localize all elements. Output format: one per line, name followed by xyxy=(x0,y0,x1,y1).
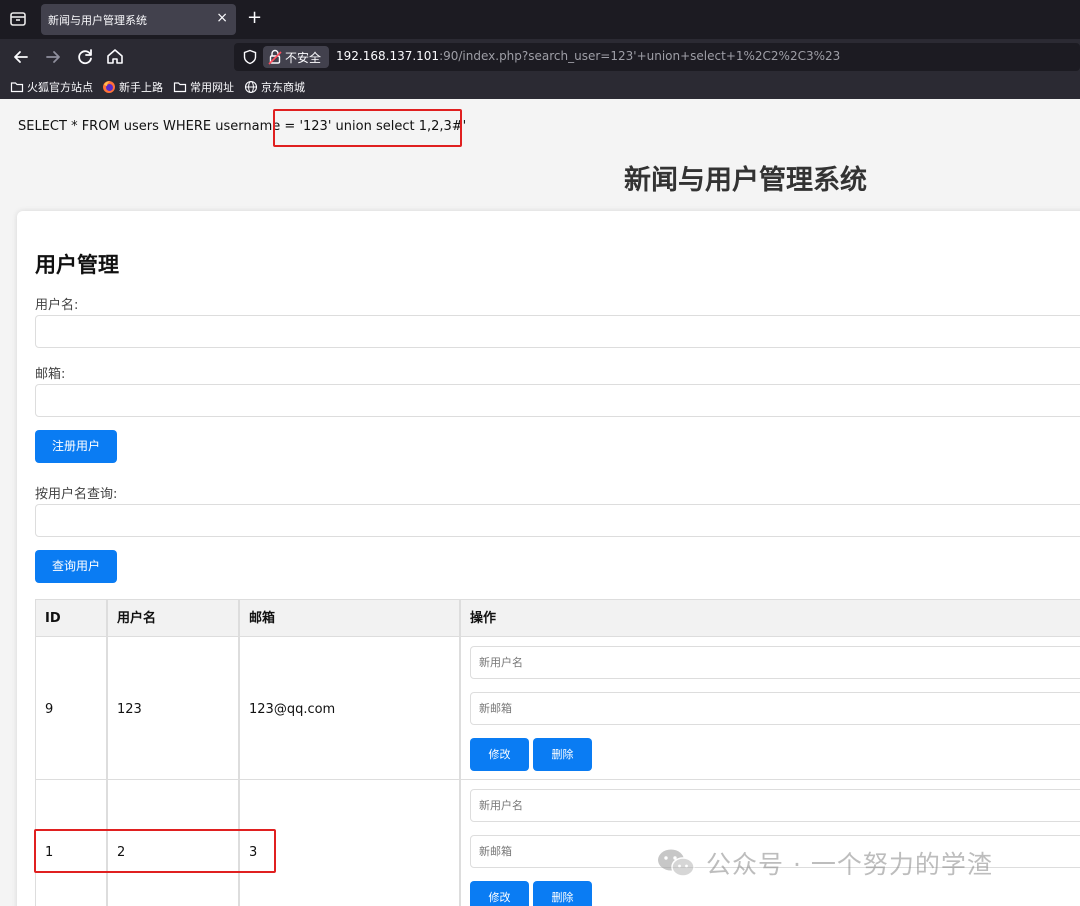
watermark: 公众号 · 一个努力的学渣 xyxy=(656,846,993,880)
bookmark-label: 常用网址 xyxy=(190,81,234,94)
email-input[interactable] xyxy=(35,384,1080,417)
connection-insecure-badge[interactable]: 不安全 xyxy=(263,46,329,68)
browser-tab-bar: 新闻与用户管理系统 × + xyxy=(0,0,1080,39)
forward-arrow-icon[interactable] xyxy=(42,46,64,68)
folder-icon xyxy=(10,82,24,93)
table-cell-actions: 修改 删除 xyxy=(460,779,1080,906)
section-title: 用户管理 xyxy=(35,253,119,277)
table-cell: 123@qq.com xyxy=(239,636,460,780)
active-tab[interactable]: 新闻与用户管理系统 × xyxy=(41,4,236,35)
email-label: 邮箱: xyxy=(35,367,66,382)
site-title: 新闻与用户管理系统 xyxy=(624,165,867,196)
back-arrow-icon[interactable] xyxy=(10,46,32,68)
reload-icon[interactable] xyxy=(74,46,96,68)
globe-icon xyxy=(244,80,258,94)
home-icon[interactable] xyxy=(104,46,126,68)
bookmark-label: 京东商城 xyxy=(261,81,305,94)
column-header-id: ID xyxy=(35,599,107,637)
sql-prefix: SELECT * FROM users WHERE username = xyxy=(18,119,300,134)
tab-list-icon[interactable] xyxy=(8,9,28,29)
edit-button[interactable]: 修改 xyxy=(470,881,529,906)
tracking-shield-icon[interactable] xyxy=(242,49,258,65)
folder-icon xyxy=(173,82,187,93)
new-tab-button[interactable]: + xyxy=(247,8,262,28)
search-user-input[interactable] xyxy=(35,504,1080,537)
username-label: 用户名: xyxy=(35,298,79,313)
sql-highlight-box xyxy=(273,109,462,147)
user-management-card: 用户管理 用户名: 邮箱: 注册用户 按用户名查询: 查询用户 ID 用户名 邮… xyxy=(17,211,1080,906)
watermark-text: 公众号 · 一个努力的学渣 xyxy=(706,850,993,879)
union-row-highlight-box xyxy=(34,829,276,873)
new-email-input[interactable] xyxy=(470,692,1080,725)
url-host: 192.168.137.101 xyxy=(336,49,440,63)
cell-id: 9 xyxy=(45,702,54,717)
table-cell-actions: 修改 删除 xyxy=(460,636,1080,780)
column-header-actions: 操作 xyxy=(460,599,1080,637)
search-user-button[interactable]: 查询用户 xyxy=(35,550,117,583)
bookmark-label: 新手上路 xyxy=(119,81,163,94)
cell-email: 123@qq.com xyxy=(249,702,336,717)
delete-button[interactable]: 删除 xyxy=(533,881,592,906)
bookmark-item[interactable]: 常用网址 xyxy=(173,79,234,95)
firefox-icon xyxy=(103,81,115,93)
new-username-input[interactable] xyxy=(470,646,1080,679)
bookmark-item[interactable]: 火狐官方站点 xyxy=(10,79,93,95)
bookmark-item[interactable]: 新手上路 xyxy=(102,79,163,95)
bookmarks-toolbar: 火狐官方站点 新手上路 常用网址 京东商城 xyxy=(0,74,1080,99)
navigation-bar: 不安全 192.168.137.101:90/index.php?search_… xyxy=(0,39,1080,74)
url-path: :90/index.php?search_user=123'+union+sel… xyxy=(439,49,841,63)
bookmark-item[interactable]: 京东商城 xyxy=(244,79,305,95)
username-input[interactable] xyxy=(35,315,1080,348)
close-tab-icon[interactable]: × xyxy=(216,10,228,26)
page-content: SELECT * FROM users WHERE username = '12… xyxy=(0,99,1080,906)
url-bar[interactable]: 不安全 192.168.137.101:90/index.php?search_… xyxy=(234,43,1080,71)
register-user-button[interactable]: 注册用户 xyxy=(35,430,117,463)
table-cell: 123 xyxy=(107,636,239,780)
table-row: 9 xyxy=(35,636,107,780)
new-username-input[interactable] xyxy=(470,789,1080,822)
cell-username: 123 xyxy=(117,702,142,717)
tab-title: 新闻与用户管理系统 xyxy=(48,14,147,27)
insecure-lock-icon xyxy=(268,49,282,65)
search-label: 按用户名查询: xyxy=(35,487,118,502)
insecure-label: 不安全 xyxy=(285,51,322,65)
delete-button[interactable]: 删除 xyxy=(533,738,592,771)
column-header-email: 邮箱 xyxy=(239,599,460,637)
wechat-icon xyxy=(658,849,695,877)
url-text[interactable]: 192.168.137.101:90/index.php?search_user… xyxy=(336,49,840,63)
edit-button[interactable]: 修改 xyxy=(470,738,529,771)
bookmark-label: 火狐官方站点 xyxy=(27,81,93,94)
column-header-username: 用户名 xyxy=(107,599,239,637)
